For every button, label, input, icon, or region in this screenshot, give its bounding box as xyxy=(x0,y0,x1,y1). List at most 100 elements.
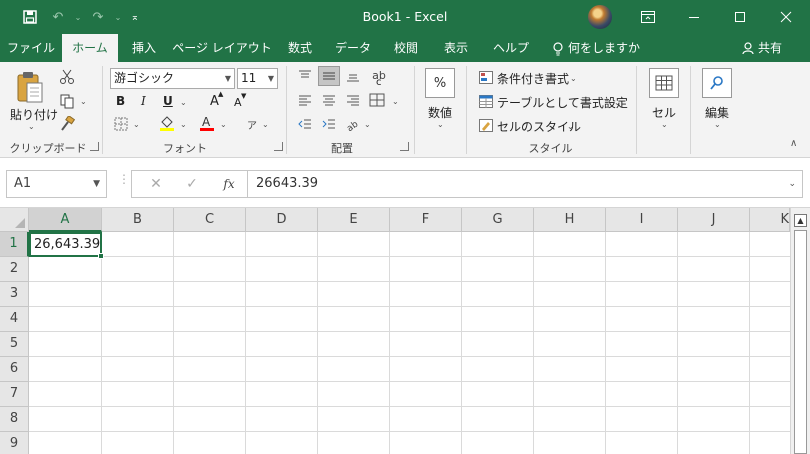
user-avatar[interactable] xyxy=(588,5,612,29)
cells-button[interactable]: セル xyxy=(652,104,676,121)
paste-label[interactable]: 貼り付け xyxy=(10,106,58,123)
align-left-icon[interactable] xyxy=(296,92,314,108)
tab-insert[interactable]: 挿入 xyxy=(120,34,168,62)
paste-dropdown-icon[interactable]: ⌄ xyxy=(28,122,35,131)
clipboard-launcher-icon[interactable] xyxy=(90,142,99,151)
number-dropdown-icon[interactable]: ⌄ xyxy=(437,120,444,129)
orientation-angle-icon[interactable]: ab xyxy=(344,116,362,132)
customize-qat-icon[interactable]: ⌅ xyxy=(124,0,146,34)
share-person-icon[interactable] xyxy=(740,34,756,62)
italic-button[interactable]: I xyxy=(141,94,146,108)
font-color-dropdown-icon[interactable]: ⌄ xyxy=(220,120,227,129)
expand-formula-icon[interactable]: ⌄ xyxy=(788,171,796,197)
align-middle-icon[interactable] xyxy=(318,66,340,86)
conditional-format-button[interactable]: 条件付き書式 xyxy=(497,70,569,87)
editing-button[interactable]: 編集 xyxy=(705,104,729,121)
number-format-icon[interactable]: % xyxy=(425,68,455,98)
font-size-combo[interactable]: 11 ▼ xyxy=(237,68,278,89)
enter-icon[interactable]: ✓ xyxy=(184,176,200,192)
scroll-up-icon[interactable]: ▲ xyxy=(794,214,807,227)
tab-help[interactable]: ヘルプ xyxy=(484,34,538,62)
format-as-table-icon[interactable] xyxy=(478,94,494,108)
conditional-format-icon[interactable] xyxy=(478,70,494,84)
orientation-dropdown-icon[interactable]: ⌄ xyxy=(364,120,371,129)
tab-formulas[interactable]: 数式 xyxy=(276,34,324,62)
alignment-launcher-icon[interactable] xyxy=(400,142,409,151)
format-as-table-dropdown-icon[interactable]: ⌄ xyxy=(614,98,621,107)
ribbon-display-options-icon[interactable] xyxy=(625,0,671,34)
cell-styles-icon[interactable] xyxy=(478,118,494,132)
tab-data[interactable]: データ xyxy=(326,34,380,62)
fill-handle[interactable] xyxy=(98,253,104,259)
conditional-format-dropdown-icon[interactable]: ⌄ xyxy=(570,74,577,83)
phonetic-icon[interactable]: ア xyxy=(244,116,260,132)
copy-dropdown-icon[interactable]: ⌄ xyxy=(80,97,87,106)
column-header-g[interactable]: G xyxy=(462,208,534,232)
tell-me-search[interactable]: 何をしますか xyxy=(568,34,658,62)
vertical-scrollbar[interactable]: ▲ xyxy=(790,208,810,454)
column-header-c[interactable]: C xyxy=(174,208,246,232)
column-header-a[interactable]: A xyxy=(29,208,102,232)
formula-bar-grip-icon[interactable]: ⋮ xyxy=(118,172,130,186)
column-header-k[interactable]: K xyxy=(750,208,790,232)
tab-review[interactable]: 校閲 xyxy=(382,34,430,62)
row-header-3[interactable]: 3 xyxy=(0,282,29,307)
tab-page-layout[interactable]: ページ レイアウト xyxy=(172,34,272,62)
save-icon[interactable] xyxy=(16,0,44,34)
align-right-icon[interactable] xyxy=(344,92,362,108)
cancel-icon[interactable]: ✕ xyxy=(148,176,164,192)
cut-icon[interactable] xyxy=(58,68,76,86)
editing-dropdown-icon[interactable]: ⌄ xyxy=(714,120,721,129)
merge-dropdown-icon[interactable]: ⌄ xyxy=(392,97,399,106)
number-button[interactable]: 数値 xyxy=(428,104,452,121)
row-header-4[interactable]: 4 xyxy=(0,307,29,332)
fill-color-icon[interactable] xyxy=(158,114,176,132)
column-header-i[interactable]: I xyxy=(606,208,678,232)
increase-indent-icon[interactable] xyxy=(320,116,338,132)
cell-a1[interactable]: 26,643.39 xyxy=(29,232,102,257)
align-bottom-icon[interactable] xyxy=(344,68,362,84)
row-header-1[interactable]: 1 xyxy=(0,232,29,257)
align-center-icon[interactable] xyxy=(320,92,338,108)
tab-file[interactable]: ファイル xyxy=(2,34,60,62)
font-color-icon[interactable]: A xyxy=(198,114,216,132)
row-header-8[interactable]: 8 xyxy=(0,407,29,432)
cells-icon[interactable] xyxy=(649,68,679,98)
column-header-d[interactable]: D xyxy=(246,208,318,232)
underline-button[interactable]: U xyxy=(163,94,173,108)
select-all-button[interactable] xyxy=(0,208,29,232)
phonetic-dropdown-icon[interactable]: ⌄ xyxy=(262,120,269,129)
insert-function-icon[interactable]: fx xyxy=(220,176,238,192)
column-header-f[interactable]: F xyxy=(390,208,462,232)
name-box[interactable]: A1 ▼ xyxy=(6,170,107,198)
maximize-icon[interactable] xyxy=(717,0,763,34)
row-header-5[interactable]: 5 xyxy=(0,332,29,357)
cells-dropdown-icon[interactable]: ⌄ xyxy=(661,120,668,129)
column-header-e[interactable]: E xyxy=(318,208,390,232)
copy-icon[interactable] xyxy=(58,92,76,110)
redo-icon[interactable]: ↷ xyxy=(84,0,112,34)
row-header-6[interactable]: 6 xyxy=(0,357,29,382)
share-button[interactable]: 共有 xyxy=(758,34,792,62)
row-header-7[interactable]: 7 xyxy=(0,382,29,407)
underline-dropdown-icon[interactable]: ⌄ xyxy=(180,98,187,107)
borders-dropdown-icon[interactable]: ⌄ xyxy=(133,120,140,129)
collapse-ribbon-icon[interactable]: ∧ xyxy=(790,138,797,149)
redo-dropdown-icon[interactable]: ⌄ xyxy=(112,0,124,34)
bold-button[interactable]: B xyxy=(116,94,125,108)
font-launcher-icon[interactable] xyxy=(274,142,283,151)
minimize-icon[interactable] xyxy=(671,0,717,34)
fill-color-dropdown-icon[interactable]: ⌄ xyxy=(180,120,187,129)
cell-styles-dropdown-icon[interactable]: ⌄ xyxy=(567,122,574,131)
undo-dropdown-icon[interactable]: ⌄ xyxy=(72,0,84,34)
format-as-table-button[interactable]: テーブルとして書式設定 xyxy=(497,94,628,111)
tab-view[interactable]: 表示 xyxy=(432,34,480,62)
format-painter-icon[interactable] xyxy=(58,115,76,133)
column-header-h[interactable]: H xyxy=(534,208,606,232)
close-icon[interactable] xyxy=(763,0,809,34)
paste-icon[interactable] xyxy=(14,70,46,104)
borders-icon[interactable] xyxy=(112,116,130,132)
search-icon[interactable] xyxy=(702,68,732,98)
tab-home[interactable]: ホーム xyxy=(62,34,118,62)
undo-icon[interactable]: ↶ xyxy=(44,0,72,34)
